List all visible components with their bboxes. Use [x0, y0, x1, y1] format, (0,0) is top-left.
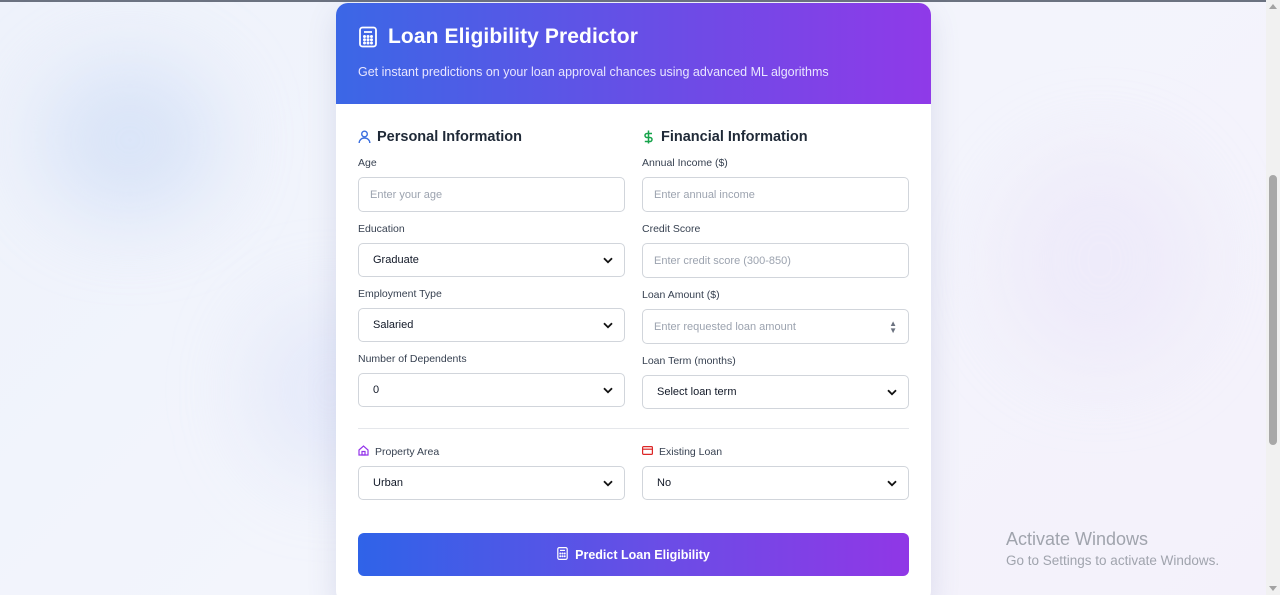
home-icon	[358, 444, 369, 459]
employment-label: Employment Type	[358, 287, 442, 300]
existing-loan-value: No	[657, 477, 672, 489]
employment-value: Salaried	[373, 319, 414, 331]
age-label: Age	[358, 156, 377, 169]
personal-info-section: Personal Information Age Enter your age …	[358, 128, 625, 409]
activation-watermark: Activate Windows Go to Settings to activ…	[1006, 529, 1219, 568]
spinner-down-icon[interactable]: ▼	[889, 326, 897, 334]
chevron-down-icon	[887, 389, 897, 396]
property-area-select[interactable]: Urban	[358, 466, 625, 500]
property-area-label: Property Area	[375, 445, 440, 458]
dependents-label: Number of Dependents	[358, 352, 467, 365]
chevron-down-icon	[887, 480, 897, 487]
income-placeholder: Enter annual income	[654, 188, 755, 201]
top-border	[0, 0, 1280, 2]
property-area-value: Urban	[373, 477, 403, 489]
credit-score-label: Credit Score	[642, 222, 701, 235]
background-glow	[40, 60, 220, 220]
financial-info-section: Financial Information Annual Income ($) …	[642, 128, 909, 409]
calculator-icon	[358, 26, 378, 48]
form-body: Personal Information Age Enter your age …	[336, 104, 931, 576]
credit-score-input[interactable]: Enter credit score (300-850)	[642, 243, 909, 278]
credit-card-icon	[642, 445, 654, 458]
education-label: Education	[358, 222, 405, 235]
dollar-icon	[642, 130, 655, 144]
scroll-up-icon[interactable]	[1269, 4, 1277, 9]
card-header: Loan Eligibility Predictor Get instant p…	[336, 3, 931, 104]
age-input[interactable]: Enter your age	[358, 177, 625, 212]
education-select[interactable]: Graduate	[358, 243, 625, 277]
scroll-down-icon[interactable]	[1269, 586, 1277, 591]
chevron-down-icon	[603, 322, 613, 329]
loan-term-label: Loan Term (months)	[642, 354, 736, 367]
scroll-thumb[interactable]	[1269, 175, 1277, 445]
section-title-personal: Personal Information	[377, 129, 523, 145]
credit-score-placeholder: Enter credit score (300-850)	[654, 254, 791, 267]
employment-select[interactable]: Salaried	[358, 308, 625, 342]
background-glow	[1000, 150, 1200, 370]
income-input[interactable]: Enter annual income	[642, 177, 909, 212]
page-scrollbar[interactable]	[1266, 0, 1280, 595]
chevron-down-icon	[603, 480, 613, 487]
loan-amount-placeholder: Enter requested loan amount	[654, 320, 796, 333]
existing-loan-select[interactable]: No	[642, 466, 909, 500]
user-icon	[358, 130, 371, 144]
chevron-down-icon	[603, 257, 613, 264]
watermark-subtitle: Go to Settings to activate Windows.	[1006, 553, 1220, 568]
age-placeholder: Enter your age	[370, 188, 443, 201]
income-label: Annual Income ($)	[642, 156, 728, 169]
section-divider	[358, 428, 909, 429]
loan-term-select[interactable]: Select loan term	[642, 375, 909, 409]
predict-button[interactable]: Predict Loan Eligibility	[358, 533, 909, 576]
dependents-value: 0	[373, 384, 380, 396]
page-subtitle: Get instant predictions on your loan app…	[358, 65, 829, 79]
existing-loan-label: Existing Loan	[659, 445, 723, 458]
education-value: Graduate	[373, 254, 419, 266]
chevron-down-icon	[603, 387, 613, 394]
number-spinner[interactable]: ▲ ▼	[889, 319, 897, 334]
loan-amount-input[interactable]: Enter requested loan amount ▲ ▼	[642, 309, 909, 344]
loan-term-value: Select loan term	[657, 386, 737, 398]
existing-loan-field: Existing Loan No	[642, 445, 909, 500]
predict-button-label: Predict Loan Eligibility	[575, 547, 710, 562]
property-area-field: Property Area Urban	[358, 444, 625, 500]
loan-amount-label: Loan Amount ($)	[642, 288, 720, 301]
predictor-card: Loan Eligibility Predictor Get instant p…	[336, 3, 931, 595]
calculator-icon	[557, 546, 568, 563]
dependents-select[interactable]: 0	[358, 373, 625, 407]
watermark-title: Activate Windows	[1006, 529, 1149, 549]
page-title: Loan Eligibility Predictor	[388, 25, 638, 48]
section-title-financial: Financial Information	[661, 129, 808, 145]
